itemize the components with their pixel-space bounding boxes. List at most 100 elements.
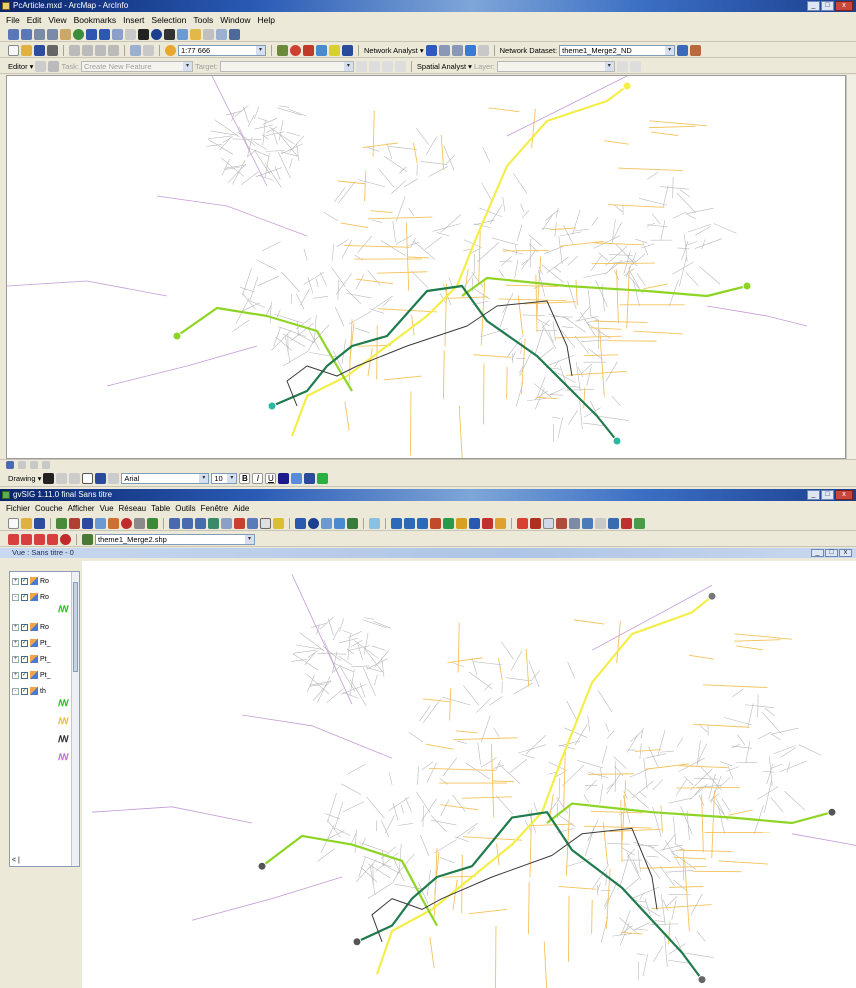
menu-selection[interactable]: Selection	[151, 15, 186, 25]
paste-icon[interactable]	[95, 44, 106, 56]
layer-visible-checkbox[interactable]: ✓	[21, 593, 28, 601]
edit-tool-icon[interactable]	[35, 60, 47, 72]
go-to-xy-icon[interactable]	[177, 28, 188, 40]
menu-insert[interactable]: Insert	[123, 15, 144, 25]
gvsig-tool-6-icon[interactable]	[121, 517, 132, 529]
gvsig-zoom-select-icon[interactable]	[195, 517, 206, 529]
gvsig-save-icon[interactable]	[34, 517, 45, 529]
view-maximize-button[interactable]: □	[825, 549, 838, 557]
arcmap-map-display[interactable]	[6, 75, 846, 459]
gvsig-tool-i-icon[interactable]	[634, 517, 645, 529]
gvsig-tool-8-icon[interactable]	[147, 517, 158, 529]
expand-icon[interactable]: +	[12, 671, 19, 679]
copy-icon[interactable]	[82, 44, 93, 56]
toc-layer-name[interactable]: Pt_	[40, 656, 51, 663]
gvsig-network-8-icon[interactable]	[482, 517, 493, 529]
fill-color-icon[interactable]	[291, 473, 303, 484]
data-view-icon[interactable]	[6, 460, 14, 469]
fixed-zoom-in-icon[interactable]	[34, 28, 45, 40]
fixed-zoom-out-icon[interactable]	[47, 28, 58, 40]
gvsig-zoom-prev-icon[interactable]	[221, 517, 232, 529]
toc-layer-row[interactable]: + ✓ Pt_	[12, 654, 51, 664]
spatial-analyst-menu[interactable]: Spatial Analyst ▾	[417, 62, 472, 71]
gvsig-tool-3-icon[interactable]	[82, 517, 93, 529]
contour-icon[interactable]	[629, 60, 641, 72]
rotate-element-icon[interactable]	[56, 473, 68, 484]
toc-layer-row[interactable]: + ✓ Ro	[12, 622, 49, 632]
gvsig-edit-icon[interactable]	[8, 533, 19, 545]
gvsig-new-icon[interactable]	[8, 517, 19, 529]
expand-icon[interactable]: -	[12, 593, 19, 601]
pan-icon[interactable]	[60, 28, 71, 40]
measure-icon[interactable]	[190, 28, 201, 40]
gvsig-pan-icon[interactable]	[247, 517, 258, 529]
arcmap-vertical-scrollbar[interactable]	[846, 75, 856, 459]
gvsig-maximize-button[interactable]: □	[821, 490, 834, 500]
gvsig-identify-icon[interactable]	[308, 517, 319, 529]
gvsig-zoom-in-icon[interactable]	[169, 517, 180, 529]
toc-layer-row[interactable]: - ✓ Ro	[12, 592, 49, 602]
gvsig-map-canvas[interactable]	[82, 561, 856, 988]
gvsig-table-icon[interactable]	[321, 517, 332, 529]
new-text-icon[interactable]	[95, 473, 107, 484]
zoom-whole-page-icon[interactable]	[69, 473, 81, 484]
gvsig-tool-5-icon[interactable]	[108, 517, 119, 529]
create-network-location-icon[interactable]	[438, 44, 450, 56]
gvsig-tool-g-icon[interactable]	[608, 517, 619, 529]
gvsig-tool-7-icon[interactable]	[134, 517, 145, 529]
gvsig-edit-3-icon[interactable]	[34, 533, 45, 545]
print-icon[interactable]	[47, 44, 58, 56]
attributes-icon[interactable]	[381, 60, 393, 72]
rectangle-icon[interactable]	[82, 473, 94, 484]
solve-icon[interactable]	[464, 44, 476, 56]
gvsig-tool-4-icon[interactable]	[95, 517, 106, 529]
expand-icon[interactable]: +	[12, 655, 19, 663]
gvsig-edit-2-icon[interactable]	[21, 533, 32, 545]
menu-tools[interactable]: Tools	[193, 15, 213, 25]
menu-view[interactable]: View	[48, 15, 66, 25]
network-dataset-combo[interactable]: theme1_Merge2_ND ▾	[559, 44, 676, 56]
font-color-icon[interactable]	[278, 473, 290, 484]
menu-aide[interactable]: Aide	[233, 504, 249, 513]
view-close-button[interactable]: x	[839, 549, 852, 557]
toc-horizontal-scroll[interactable]: < |	[12, 857, 20, 864]
viewer-window-icon[interactable]	[229, 28, 240, 40]
minimize-button[interactable]: _	[807, 1, 820, 11]
arcmap-map-canvas[interactable]	[7, 76, 846, 459]
bold-icon[interactable]: B	[239, 473, 251, 484]
full-extent-icon[interactable]	[73, 28, 84, 40]
gvsig-zoom-layer-icon[interactable]	[260, 517, 271, 529]
menu-vue[interactable]: Vue	[100, 504, 114, 513]
font-combo[interactable]: Arial ▾	[121, 473, 210, 484]
gvsig-tool-h-icon[interactable]	[621, 517, 632, 529]
gvsig-table-of-contents[interactable]: + ✓ Ro - ✓ Ro ꟿ + ✓ Ro + ✓ Pt_ + ✓ Pt_ +…	[9, 571, 80, 867]
layer-visible-checkbox[interactable]: ✓	[21, 577, 28, 585]
marker-color-icon[interactable]	[317, 473, 329, 484]
menu-fichier[interactable]: Fichier	[6, 504, 30, 513]
gvsig-network-6-icon[interactable]	[456, 517, 467, 529]
cut-icon[interactable]	[69, 44, 80, 56]
gvsig-open-icon[interactable]	[21, 517, 32, 529]
menu-bookmarks[interactable]: Bookmarks	[74, 15, 117, 25]
layer-visible-checkbox[interactable]: ✓	[21, 623, 28, 631]
undo-icon[interactable]	[130, 44, 141, 56]
select-elements-arrow-icon[interactable]	[43, 473, 55, 484]
layer-visible-checkbox[interactable]: ✓	[21, 671, 28, 679]
toc-layer-name[interactable]: Pt_	[40, 672, 51, 679]
toc-layer-name[interactable]: Pt_	[40, 640, 51, 647]
delete-icon[interactable]	[108, 44, 119, 56]
gvsig-edit-5-icon[interactable]	[60, 533, 71, 545]
whats-this-icon[interactable]	[342, 44, 353, 56]
gvsig-network-3-icon[interactable]	[417, 517, 428, 529]
zoom-in-icon[interactable]	[8, 28, 19, 40]
network-build-icon[interactable]	[690, 44, 702, 56]
line-color-icon[interactable]	[304, 473, 316, 484]
layer-visible-checkbox[interactable]: ✓	[21, 639, 28, 647]
gvsig-tool-b-icon[interactable]	[543, 517, 554, 529]
menu-afficher[interactable]: Afficher	[68, 504, 95, 513]
gvsig-filter-icon[interactable]	[517, 517, 528, 529]
toc-layer-row[interactable]: + ✓ Pt_	[12, 638, 51, 648]
open-icon[interactable]	[21, 44, 32, 56]
forward-icon[interactable]	[99, 28, 110, 40]
command-line-icon[interactable]	[303, 44, 314, 56]
